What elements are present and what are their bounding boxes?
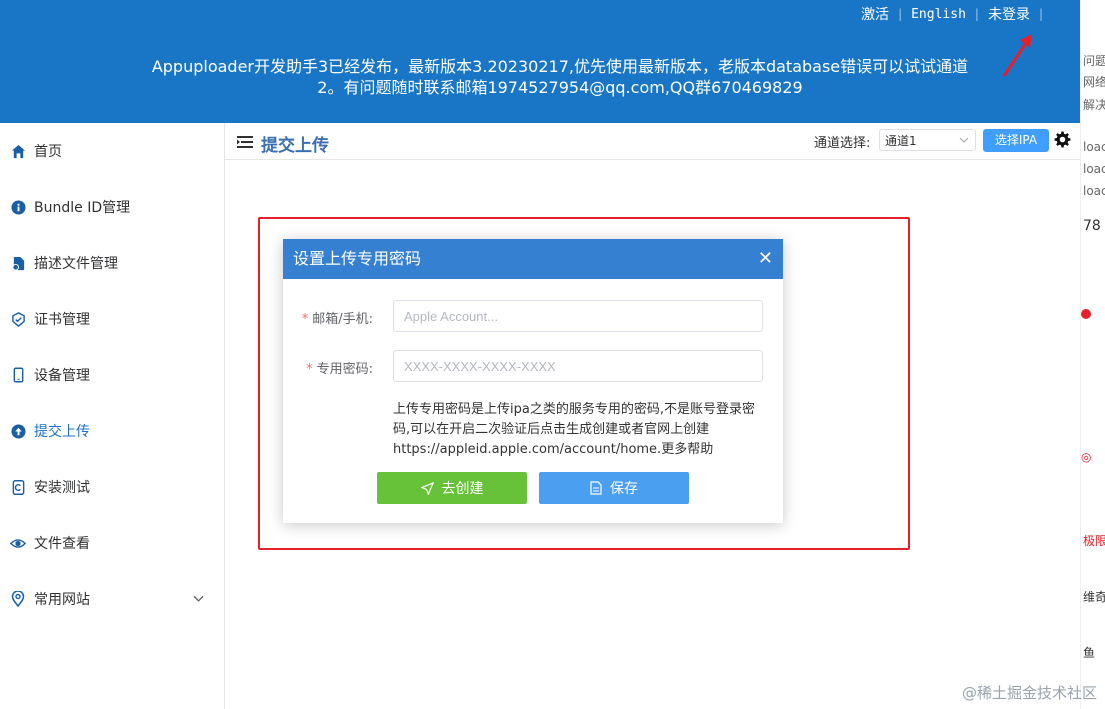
sidebar-item-home[interactable]: 首页 [0,123,224,179]
channel-select-value: 通道1 [885,134,917,148]
password-row: * 专用密码: [283,350,783,384]
create-button[interactable]: 去创建 [377,472,527,504]
sidebar-item-label: 文件查看 [34,536,90,552]
upload-icon [10,423,26,439]
sidebar-item-file-view[interactable]: 文件查看 [0,515,224,571]
home-icon [10,143,26,159]
top-banner: 激活 | English | 未登录 | Appuploader开发助手3已经发… [0,0,1080,123]
strip-text: 解决 [1083,98,1105,112]
chevron-down-icon[interactable] [193,591,204,607]
sidebar-item-label: 提交上传 [34,424,90,440]
english-link[interactable]: English [911,7,966,22]
sidebar-item-label: 首页 [34,144,62,160]
sidebar-item-certificates[interactable]: 证书管理 [0,291,224,347]
email-label-text: 邮箱/手机: [312,312,373,327]
strip-text: loac [1083,140,1105,154]
sidebar-item-bundle-id[interactable]: Bundle ID管理 [0,179,224,235]
notice-text: Appuploader开发助手3已经发布，最新版本3.20230217,优先使用… [151,57,969,97]
page-title: 提交上传 [237,131,329,156]
chevron-down-icon [959,130,969,157]
separator: | [974,7,979,21]
strip-text: 网络 [1083,75,1105,89]
certificate-icon [10,311,26,327]
save-button-label: 保存 [610,481,638,497]
required-mark: * [301,312,309,327]
info-icon [10,199,26,215]
sidebar: 首页 Bundle ID管理 描述文件管理 证书管理 设备管理 提交上传 安装测… [0,123,225,709]
menu-icon[interactable] [237,134,253,154]
strip-text: 维奇 [1083,590,1105,604]
create-button-label: 去创建 [441,481,484,497]
sidebar-item-label: Bundle ID管理 [34,200,131,216]
red-arrow-annotation [1002,34,1032,77]
dialog-header: 设置上传专用密码 ✕ [283,239,783,279]
file-icon [10,255,26,271]
choose-ipa-button[interactable]: 选择IPA [983,129,1049,152]
strip-text: loac [1083,184,1105,198]
sidebar-item-label: 设备管理 [34,368,90,384]
sidebar-item-label: 描述文件管理 [34,256,118,272]
required-mark: * [306,362,313,377]
activate-link[interactable]: 激活 [861,4,889,24]
strip-text: 鱼 [1083,646,1096,660]
separator: | [1038,7,1043,21]
sidebar-item-upload[interactable]: 提交上传 [0,403,224,459]
background-window-strip: 问题 网络 解决 loac loac loac 78 ◎ 极限 维奇 鱼 [1080,0,1105,709]
install-icon [10,479,26,495]
content-header: 提交上传 通道选择: 通道1 选择IPA [225,123,1080,160]
gear-icon[interactable] [1054,131,1071,152]
dialog-title: 设置上传专用密码 [293,249,422,268]
close-icon[interactable]: ✕ [758,239,773,279]
watermark: @稀土掘金技术社区 [961,684,1097,702]
red-dot-icon [1081,308,1091,323]
password-label: * 专用密码: [306,358,373,377]
save-button[interactable]: 保存 [539,472,689,504]
page-title-text: 提交上传 [261,136,329,156]
strip-circle-icon: ◎ [1081,450,1092,464]
sidebar-item-label: 证书管理 [34,312,90,328]
app-password-input[interactable] [393,350,763,382]
eye-icon [10,535,26,551]
sidebar-item-websites[interactable]: 常用网站 [0,571,224,627]
phone-icon [10,367,26,383]
app-password-dialog: 设置上传专用密码 ✕ *邮箱/手机: *专用密码: 上传专用密码是上传ipa之类… [283,239,783,523]
strip-text: 问题 [1083,54,1105,68]
sidebar-item-devices[interactable]: 设备管理 [0,347,224,403]
login-link[interactable]: 未登录 [988,4,1030,24]
help-text: 上传专用密码是上传ipa之类的服务专用的密码,不是账号登录密码,可以在开启二次验… [393,402,755,457]
channel-select[interactable]: 通道1 [879,129,976,151]
strip-text: loac [1083,162,1105,176]
sidebar-item-label: 常用网站 [34,592,90,608]
email-label: * 邮箱/手机: [302,308,373,327]
strip-text: 极限 [1083,534,1105,548]
sidebar-item-install-test[interactable]: 安装测试 [0,459,224,515]
strip-text: 78 [1083,218,1101,234]
send-icon [420,481,434,495]
location-icon [10,591,26,607]
top-links: 激活 | English | 未登录 | [861,4,1052,24]
sidebar-item-profiles[interactable]: 描述文件管理 [0,235,224,291]
password-label-text: 专用密码: [316,362,373,377]
email-input[interactable] [393,300,763,332]
separator: | [898,7,903,21]
channel-label: 通道选择: [814,136,871,151]
sidebar-item-label: 安装测试 [34,480,90,496]
email-row: * 邮箱/手机: [283,300,783,334]
document-icon [590,481,602,495]
